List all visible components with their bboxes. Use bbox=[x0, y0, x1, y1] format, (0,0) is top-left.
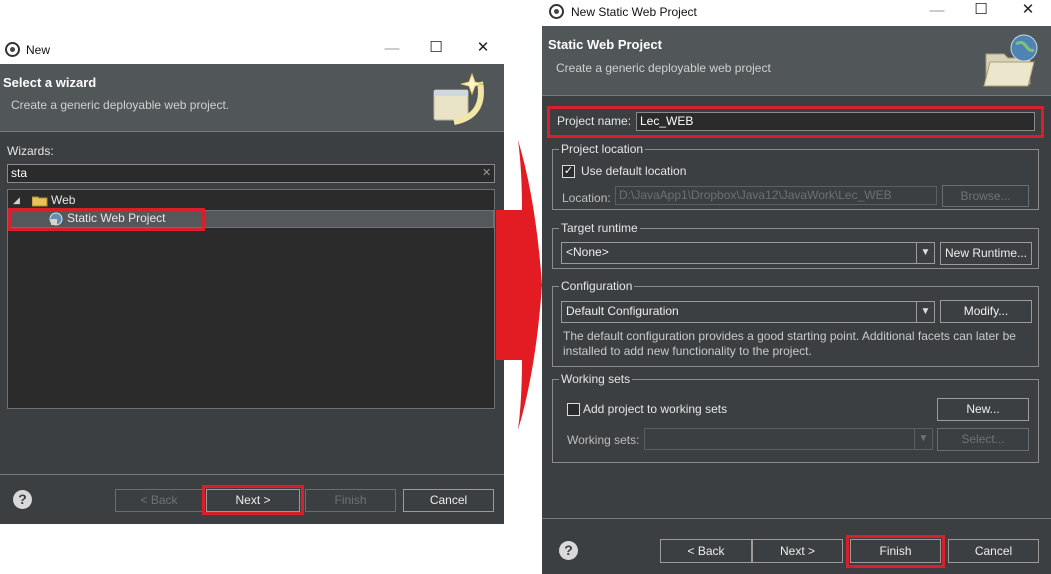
project-location-group: Project location ✓ Use default location … bbox=[552, 141, 1039, 210]
left-window-titlebar: New — ☐ ✕ bbox=[0, 36, 504, 64]
right-wizard-dialog: Static Web Project Create a generic depl… bbox=[542, 26, 1051, 574]
footer-separator bbox=[0, 474, 504, 475]
static-web-project-icon bbox=[49, 212, 63, 226]
web-project-banner-icon bbox=[983, 34, 1038, 87]
configuration-group: Configuration Default Configuration ▼ Mo… bbox=[552, 278, 1039, 367]
maximize-button[interactable]: ☐ bbox=[426, 40, 446, 56]
wizards-label: Wizards: bbox=[7, 144, 54, 158]
project-name-label: Project name: bbox=[557, 114, 632, 128]
target-runtime-group: Target runtime <None> ▼ New Runtime... bbox=[552, 220, 1039, 269]
browse-button: Browse... bbox=[942, 185, 1029, 207]
project-name-input[interactable]: Lec_WEB bbox=[636, 112, 1035, 131]
use-default-location-checkbox[interactable]: ✓ bbox=[562, 165, 575, 178]
close-button[interactable]: ✕ bbox=[1018, 2, 1038, 18]
footer-separator bbox=[542, 518, 1051, 519]
wizard-banner-icon bbox=[433, 72, 484, 125]
help-icon[interactable]: ? bbox=[559, 541, 578, 560]
add-to-working-sets-label[interactable]: Add project to working sets bbox=[583, 402, 727, 416]
project-location-title: Project location bbox=[559, 141, 646, 157]
transition-arrow bbox=[496, 140, 542, 430]
use-default-location-label[interactable]: Use default location bbox=[581, 164, 686, 178]
cancel-button[interactable]: Cancel bbox=[948, 539, 1039, 563]
eclipse-app-icon bbox=[5, 42, 20, 57]
right-window-titlebar: New Static Web Project — ☐ ✕ bbox=[542, 0, 1051, 26]
working-sets-select: ▼ bbox=[644, 428, 933, 450]
wizard-filter-input[interactable]: sta bbox=[7, 164, 495, 183]
right-window-title: New Static Web Project bbox=[571, 5, 697, 19]
configuration-selected: Default Configuration bbox=[566, 304, 679, 318]
header-separator bbox=[542, 95, 1051, 96]
folder-icon bbox=[32, 196, 48, 207]
next-button[interactable]: Next > bbox=[206, 489, 300, 512]
cancel-button[interactable]: Cancel bbox=[403, 489, 494, 512]
tree-item-label[interactable]: Static Web Project bbox=[67, 211, 165, 225]
wizard-header-description: Create a generic deployable web project. bbox=[11, 98, 230, 112]
location-input: D:\JavaApp1\Dropbox\Java12\JavaWork\Lec_… bbox=[615, 186, 937, 205]
configuration-description: The default configuration provides a goo… bbox=[563, 329, 1016, 358]
left-window-title: New bbox=[26, 43, 51, 57]
wizard-header-title: Select a wizard bbox=[3, 75, 97, 90]
modify-button[interactable]: Modify... bbox=[940, 300, 1032, 323]
new-runtime-button[interactable]: New Runtime... bbox=[940, 242, 1032, 265]
finish-button[interactable]: Finish bbox=[850, 539, 941, 563]
minimize-button[interactable]: — bbox=[382, 41, 402, 57]
maximize-button[interactable]: ☐ bbox=[971, 2, 991, 18]
finish-button: Finish bbox=[305, 489, 396, 512]
chevron-down-icon[interactable]: ▼ bbox=[916, 302, 934, 322]
tree-folder-web[interactable]: Web bbox=[51, 193, 75, 207]
wizard-header-title: Static Web Project bbox=[548, 37, 662, 52]
minimize-button[interactable]: — bbox=[927, 3, 947, 19]
help-icon[interactable]: ? bbox=[13, 490, 32, 509]
working-sets-title: Working sets bbox=[559, 371, 633, 387]
wizard-header: Select a wizard Create a generic deploya… bbox=[0, 64, 504, 131]
clear-filter-icon[interactable]: ✕ bbox=[482, 166, 491, 179]
wizard-tree[interactable]: ◢ Web Static Web Project bbox=[7, 189, 495, 409]
target-runtime-title: Target runtime bbox=[559, 220, 640, 236]
chevron-down-icon[interactable]: ▼ bbox=[916, 243, 934, 263]
wizard-header: Static Web Project Create a generic depl… bbox=[542, 26, 1051, 95]
add-to-working-sets-checkbox[interactable] bbox=[567, 403, 580, 416]
header-separator bbox=[0, 131, 504, 132]
left-wizard-dialog: Select a wizard Create a generic deploya… bbox=[0, 64, 504, 524]
configuration-select[interactable]: Default Configuration ▼ bbox=[561, 301, 935, 323]
wizard-header-description: Create a generic deployable web project bbox=[556, 61, 771, 75]
eclipse-app-icon bbox=[549, 4, 564, 19]
chevron-down-icon: ▼ bbox=[914, 429, 932, 449]
working-sets-group: Working sets Add project to working sets… bbox=[552, 371, 1039, 463]
close-button[interactable]: ✕ bbox=[473, 40, 493, 56]
location-label: Location: bbox=[562, 191, 611, 205]
target-runtime-select[interactable]: <None> ▼ bbox=[561, 242, 935, 264]
configuration-title: Configuration bbox=[559, 278, 635, 294]
next-button[interactable]: Next > bbox=[752, 539, 843, 563]
working-sets-label: Working sets: bbox=[567, 433, 640, 447]
select-working-sets-button: Select... bbox=[937, 428, 1029, 451]
back-button: < Back bbox=[115, 489, 203, 512]
target-runtime-selected: <None> bbox=[566, 245, 609, 259]
back-button[interactable]: < Back bbox=[660, 539, 752, 563]
expand-arrow-icon[interactable]: ◢ bbox=[13, 195, 20, 206]
new-working-set-button[interactable]: New... bbox=[937, 398, 1029, 421]
